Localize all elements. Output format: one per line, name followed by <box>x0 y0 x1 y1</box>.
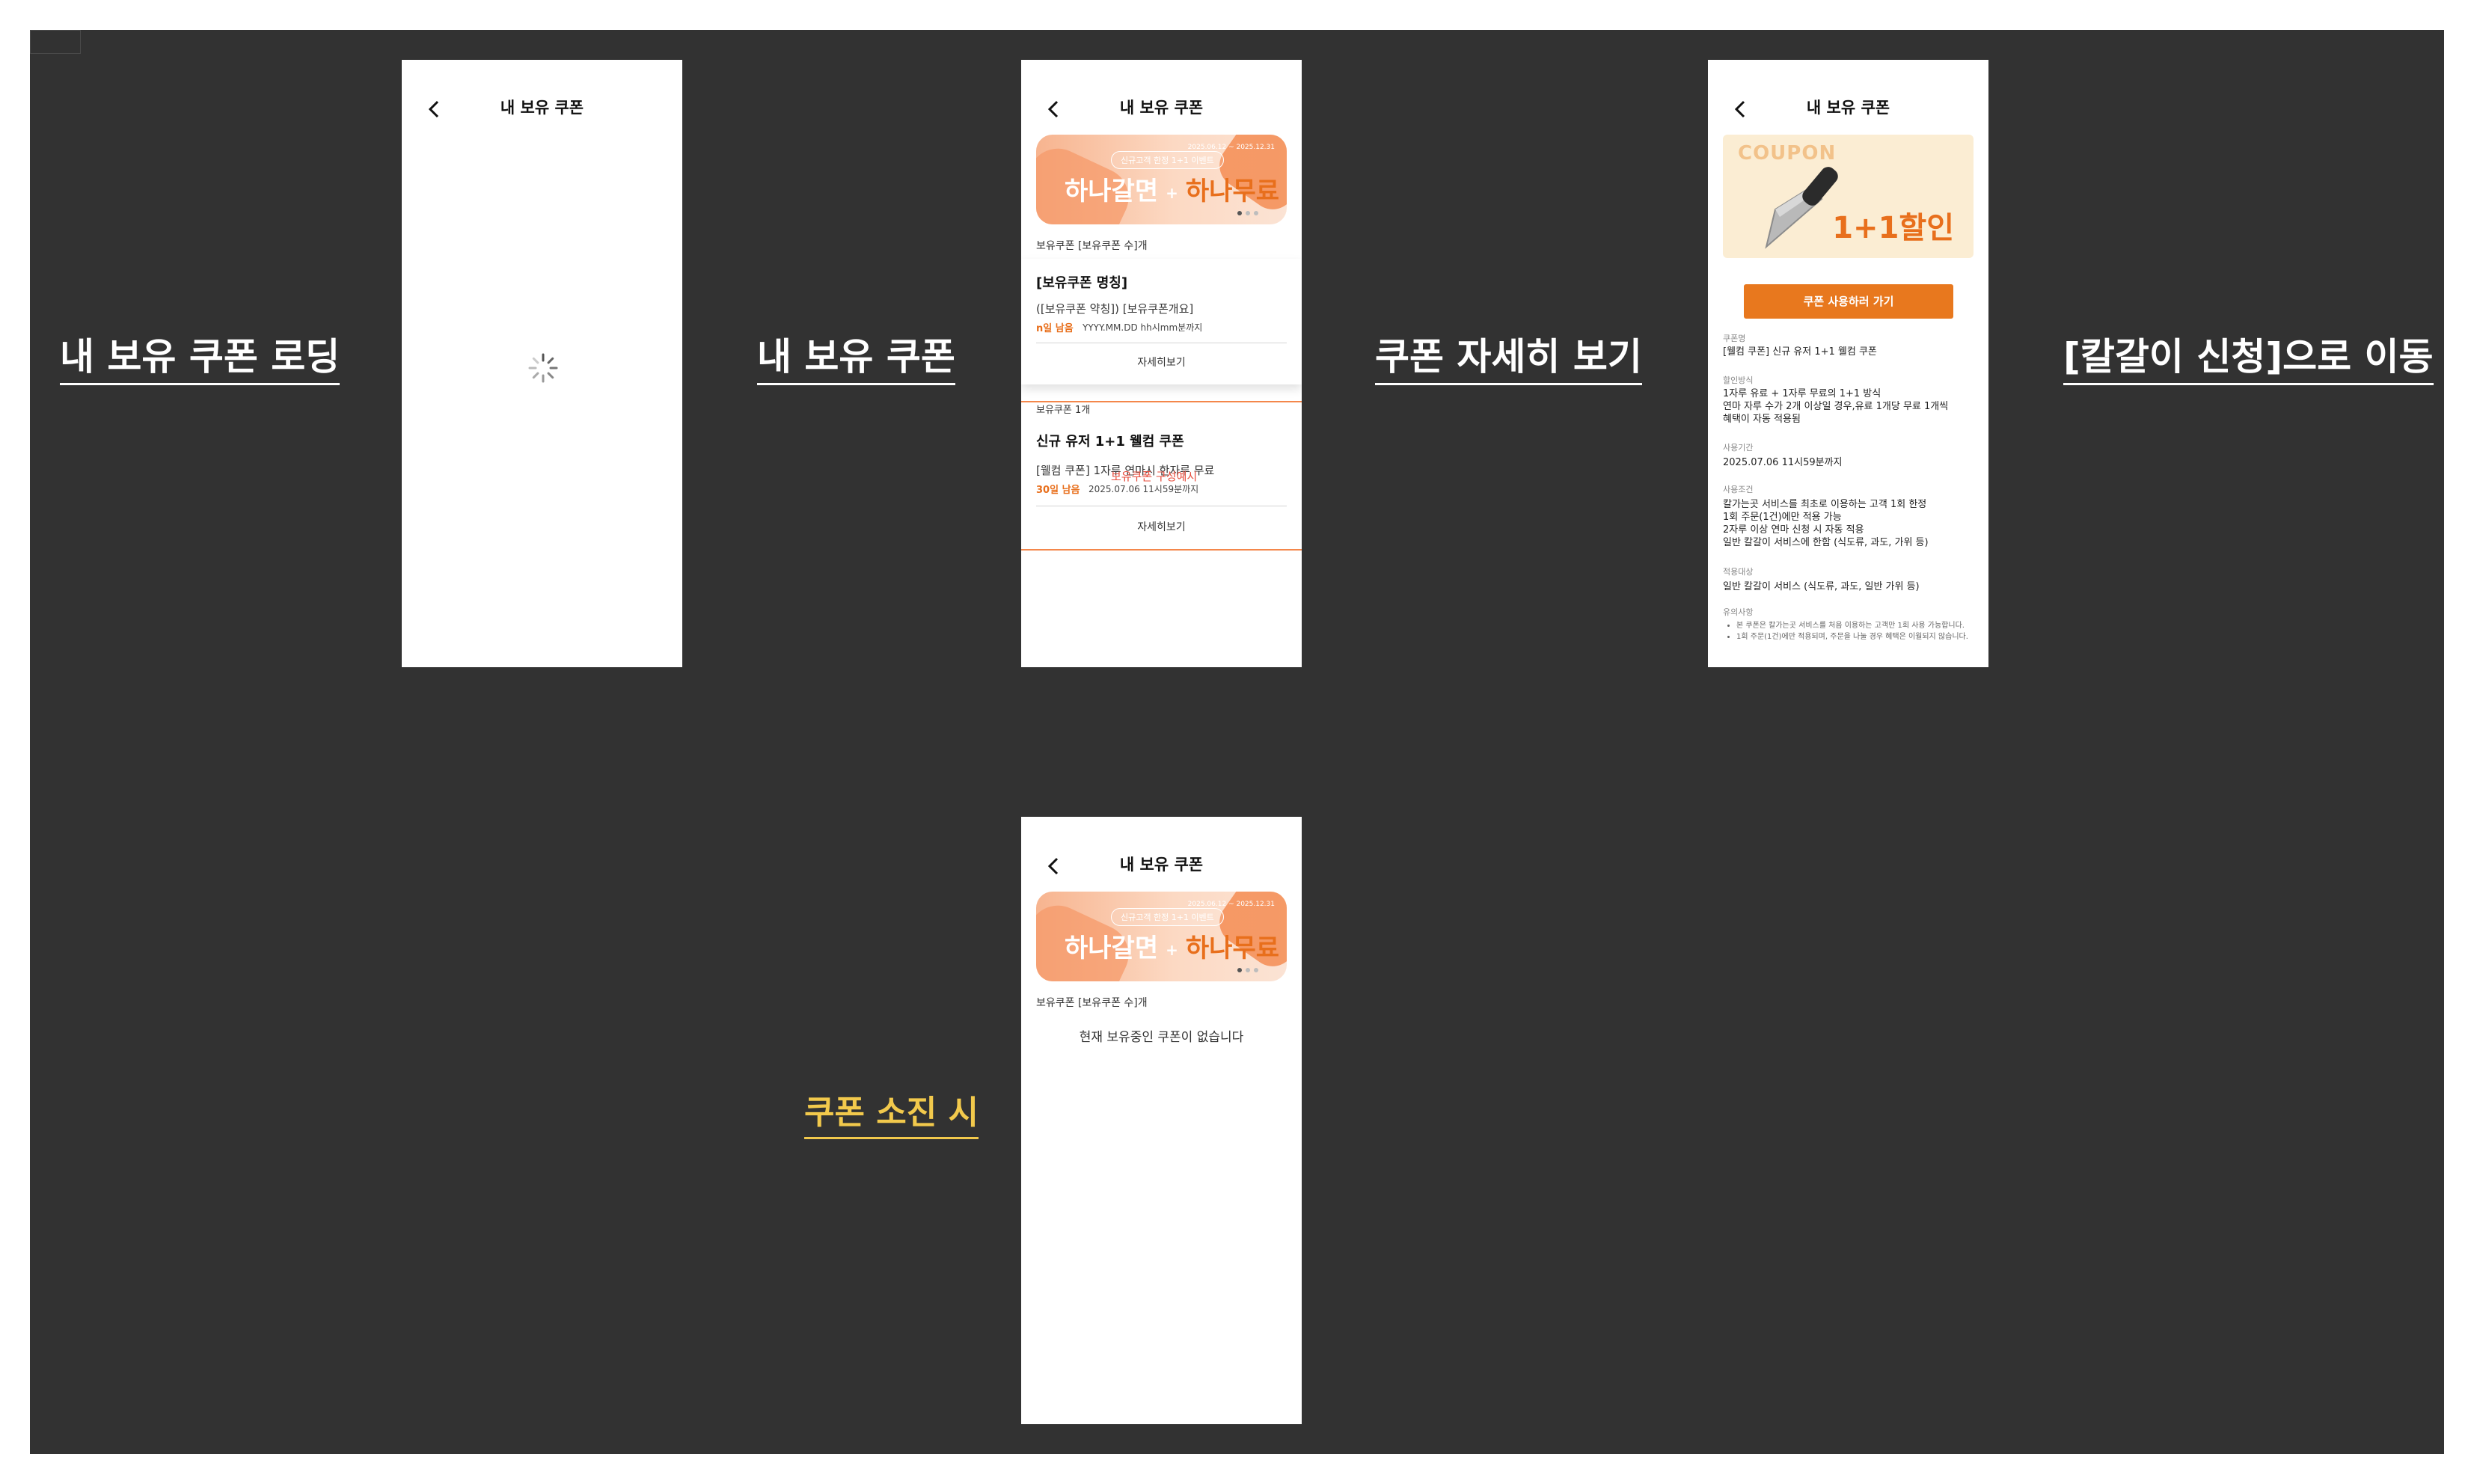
coupon-count: 보유쿠폰 1개 <box>1036 405 1091 416</box>
usage-condition-line: 칼가는곳 서비스를 최초로 이용하는 고객 1회 한정 <box>1723 499 1927 510</box>
coupon-name: 신규 유저 1+1 웰컴 쿠폰 <box>1036 434 1184 450</box>
pagination-dot[interactable] <box>1254 968 1258 972</box>
pagination-dot[interactable] <box>1237 211 1242 215</box>
banner-date: 2025.06.12 ~ 2025.12.31 <box>1187 901 1275 908</box>
page-title: 내 보유 쿠폰 <box>1806 99 1890 117</box>
page-title: 내 보유 쿠폰 <box>1119 856 1204 874</box>
discount-method-label: 할인방식 <box>1723 375 1754 385</box>
banner-headline-left: 하나갈면 <box>1065 177 1159 206</box>
discount-text: 1+1할인 <box>1832 211 1954 245</box>
label-exhausted: 쿠폰 소진 시 <box>804 1097 979 1139</box>
coupon-count: 보유쿠폰 [보유쿠폰 수]개 <box>1036 997 1148 1009</box>
discount-method-line: 혜택이 자동 적용됨 <box>1723 414 1801 425</box>
label-loading: 내 보유 쿠폰 로딩 <box>60 338 340 385</box>
banner-plus: + <box>1166 940 1178 959</box>
expiry-date: YYYY.MM.DD hh시mm분까지 <box>1083 322 1203 333</box>
usage-period-label: 사용기간 <box>1723 443 1754 453</box>
banner-headline: 하나갈면 + 하나무료 <box>1065 171 1279 207</box>
notice-list: 본 쿠폰은 칼가는곳 서비스를 처음 이용하는 고객만 1회 사용 가능합니다.… <box>1726 621 1973 643</box>
coupon-name: [보유쿠폰 명칭] <box>1036 275 1128 291</box>
label-my-coupons: 내 보유 쿠폰 <box>757 338 955 385</box>
notice-item: 본 쿠폰은 칼가는곳 서비스를 처음 이용하는 고객만 1회 사용 가능합니다. <box>1736 621 1973 631</box>
page-title: 내 보유 쿠폰 <box>500 99 584 117</box>
banner-event-pill: 신규고객 한정 1+1 이벤트 <box>1111 908 1224 926</box>
target-value: 일반 칼갈이 서비스 (식도류, 과도, 일반 가위 등) <box>1723 581 1920 592</box>
page-title: 내 보유 쿠폰 <box>1119 99 1204 117</box>
banner-pagination[interactable] <box>1237 211 1258 215</box>
phone-coupon-list: 내 보유 쿠폰 신규고객 한정 1+1 이벤트 2025.06.12 ~ 202… <box>1021 60 1302 667</box>
pagination-dot[interactable] <box>1237 968 1242 972</box>
banner-pagination[interactable] <box>1237 968 1258 972</box>
banner-headline: 하나갈면 + 하나무료 <box>1065 927 1279 964</box>
coupon-hero-image: COUPON 1+1할인 <box>1723 135 1974 258</box>
usage-condition-line: 1회 주문(1건)에만 적용 가능 <box>1723 512 1842 523</box>
frame-corner-mark <box>30 30 81 54</box>
target-label: 적용대상 <box>1723 567 1754 577</box>
usage-condition-line: 일반 칼갈이 서비스에 한함 (식도류, 과도, 가위 등) <box>1723 537 1929 548</box>
coupon-name-value: [웰컴 쿠폰] 신규 유저 1+1 웰컴 쿠폰 <box>1723 346 1877 358</box>
detail-button[interactable]: 자세히보기 <box>1021 355 1302 370</box>
banner-plus: + <box>1166 183 1178 202</box>
coupon-card[interactable]: [보유쿠폰 명칭] ([보유쿠폰 약칭]) [보유쿠폰개요] n일 남음 YYY… <box>1021 259 1302 384</box>
usage-condition-label: 사용조건 <box>1723 485 1754 494</box>
banner-headline-right: 하나무료 <box>1185 933 1280 963</box>
banner-event-pill: 신규고객 한정 1+1 이벤트 <box>1111 151 1224 169</box>
expiry-date: 2025.07.06 11시59분까지 <box>1089 484 1199 494</box>
days-left: 30일 남음 <box>1036 485 1080 496</box>
detail-button[interactable]: 자세히보기 <box>1021 519 1302 534</box>
example-annotation: 보유쿠폰 구성예시 <box>1111 470 1198 483</box>
discount-method-line: 1자루 유료 + 1자루 무료의 1+1 방식 <box>1723 388 1881 399</box>
event-banner[interactable]: 신규고객 한정 1+1 이벤트 2025.06.12 ~ 2025.12.31 … <box>1036 135 1287 224</box>
phone-empty-state: 내 보유 쿠폰 신규고객 한정 1+1 이벤트 2025.06.12 ~ 202… <box>1021 817 1302 1424</box>
coupon-desc: ([보유쿠폰 약칭]) [보유쿠폰개요] <box>1036 302 1194 316</box>
spinner-icon <box>528 353 558 383</box>
app-header: 내 보유 쿠폰 <box>402 60 682 150</box>
phone-loading-screen: 내 보유 쿠폰 <box>402 60 682 667</box>
event-banner[interactable]: 신규고객 한정 1+1 이벤트 2025.06.12 ~ 2025.12.31 … <box>1036 892 1287 981</box>
use-coupon-button[interactable]: 쿠폰 사용하러 가기 <box>1744 284 1953 319</box>
pagination-dot[interactable] <box>1254 211 1258 215</box>
banner-date: 2025.06.12 ~ 2025.12.31 <box>1187 144 1275 151</box>
coupon-name-label: 쿠폰명 <box>1723 334 1746 343</box>
notice-item: 1회 주문(1건)에만 적용되며, 주문을 나눌 경우 혜택은 이월되지 않습니… <box>1736 632 1973 642</box>
usage-condition-line: 2자루 이상 연마 신청 시 자동 적용 <box>1723 524 1864 536</box>
label-navigate: [칼갈이 신청]으로 이동 <box>2063 338 2434 385</box>
days-left: n일 남음 <box>1036 323 1074 334</box>
phone-coupon-detail: 내 보유 쿠폰 COUPON 1+1할인 쿠폰 사용하러 가기 쿠폰명 [웰컴 … <box>1708 60 1988 667</box>
pagination-dot[interactable] <box>1246 968 1250 972</box>
banner-headline-right: 하나무료 <box>1185 177 1280 206</box>
empty-message: 현재 보유중인 쿠폰이 없습니다 <box>1079 1030 1244 1045</box>
coupon-count: 보유쿠폰 [보유쿠폰 수]개 <box>1036 240 1148 252</box>
coupon-card-example[interactable]: 보유쿠폰 1개 신규 유저 1+1 웰컴 쿠폰 [웰컴 쿠폰] 1자루 연마시 … <box>1021 401 1302 551</box>
discount-method-line: 연마 자루 수가 2개 이상일 경우,유료 1개당 무료 1개씩 <box>1723 401 1949 412</box>
banner-headline-left: 하나갈면 <box>1065 933 1159 963</box>
pagination-dot[interactable] <box>1246 211 1250 215</box>
label-coupon-detail: 쿠폰 자세히 보기 <box>1375 338 1642 385</box>
usage-period-value: 2025.07.06 11시59분까지 <box>1723 457 1843 468</box>
notice-label: 유의사항 <box>1723 607 1754 617</box>
